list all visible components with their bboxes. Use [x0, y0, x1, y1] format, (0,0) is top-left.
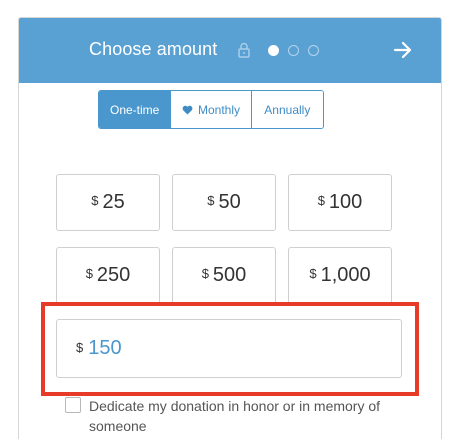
amount-value: 50 — [218, 191, 241, 213]
amount-button-250[interactable]: $ 250 — [56, 247, 160, 304]
frequency-monthly-label: Monthly — [197, 102, 241, 117]
custom-amount-input[interactable]: $ 150 — [56, 319, 402, 378]
currency-symbol: $ — [201, 266, 209, 281]
step-dot-2 — [288, 45, 299, 56]
frequency-annually-button[interactable]: Annually — [251, 91, 323, 128]
amount-value: 500 — [212, 264, 247, 286]
header-title: Choose amount — [89, 39, 218, 59]
frequency-toggle: One-time Monthly Annually — [98, 90, 324, 129]
dedicate-label[interactable]: Dedicate my donation in honor or in memo… — [89, 396, 409, 436]
arrow-right-icon[interactable] — [393, 40, 413, 60]
currency-symbol: $ — [207, 193, 215, 208]
frequency-annually-label: Annually — [264, 102, 311, 117]
dedicate-checkbox[interactable] — [65, 397, 81, 413]
amount-button-25[interactable]: $ 25 — [56, 174, 160, 231]
amount-value: 1,000 — [320, 264, 371, 286]
currency-symbol: $ — [317, 193, 325, 208]
currency-symbol: $ — [85, 266, 93, 281]
amount-button-500[interactable]: $ 500 — [172, 247, 276, 304]
amount-value: 250 — [96, 264, 131, 286]
header-bar: Choose amount — [19, 18, 441, 83]
amount-value: 100 — [328, 191, 363, 213]
lock-icon — [238, 42, 250, 58]
custom-amount-value: 150 — [88, 337, 122, 359]
amount-value: 25 — [102, 191, 125, 213]
step-dot-1 — [268, 45, 279, 56]
currency-symbol: $ — [91, 193, 99, 208]
frequency-one-time-label: One-time — [110, 102, 160, 117]
amount-button-100[interactable]: $ 100 — [288, 174, 392, 231]
currency-symbol: $ — [76, 340, 84, 355]
amount-button-1000[interactable]: $ 1,000 — [288, 247, 392, 304]
amount-button-50[interactable]: $ 50 — [172, 174, 276, 231]
step-dot-3 — [308, 45, 319, 56]
frequency-one-time-button[interactable]: One-time — [99, 91, 172, 128]
frequency-monthly-button[interactable]: Monthly — [171, 91, 252, 128]
currency-symbol: $ — [309, 266, 317, 281]
heart-icon — [182, 105, 193, 114]
